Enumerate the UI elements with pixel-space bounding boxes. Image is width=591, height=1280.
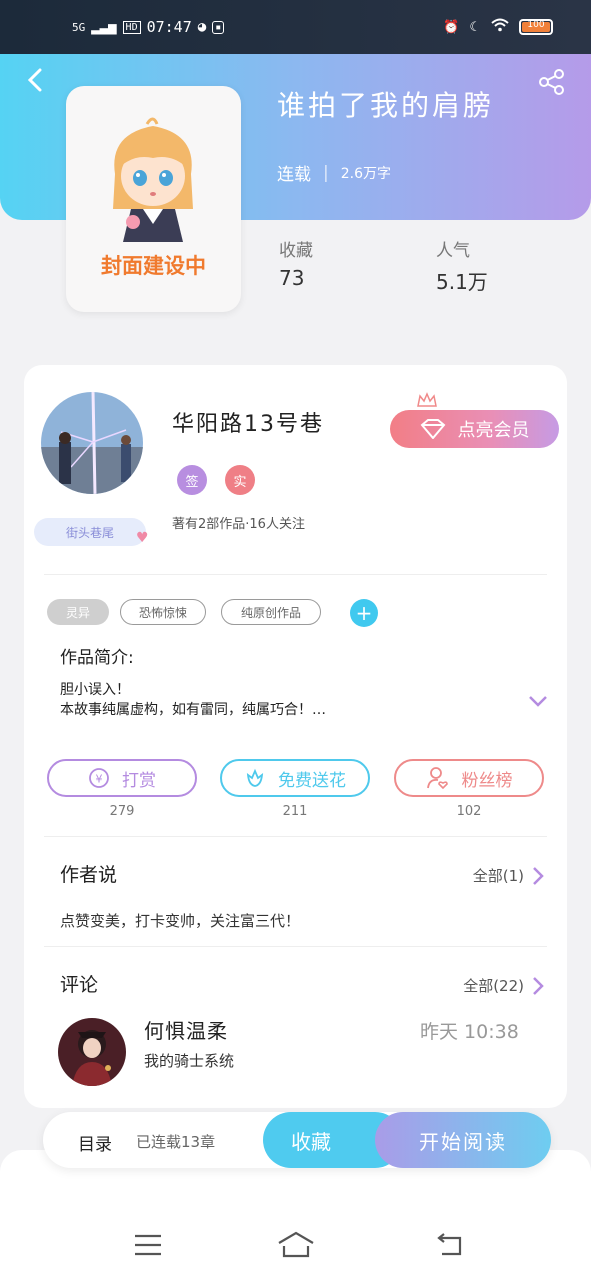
vip-button[interactable]: 点亮会员	[390, 410, 559, 448]
author-says-text: 点赞变美，打卡变帅，关注富三代！	[60, 912, 301, 930]
author-avatar[interactable]	[41, 392, 143, 494]
comment-time: 昨天 10:38	[420, 1021, 519, 1043]
divider	[44, 836, 547, 837]
comment-text: 我的骑士系统	[144, 1052, 235, 1070]
nameplate-text: 街头巷尾	[65, 525, 114, 540]
moon-icon: ☾	[469, 19, 481, 35]
book-title: 谁拍了我的肩膀	[277, 89, 495, 122]
bottom-panel	[0, 1150, 591, 1280]
divider	[44, 574, 547, 575]
signed-badge: 签	[177, 465, 207, 495]
toc-button[interactable]: 目录	[78, 1130, 112, 1155]
comments-title: 评论	[60, 974, 99, 996]
author-stats: 著有2部作品·16人关注	[172, 517, 305, 532]
book-meta: 连载 | 2.6万字	[277, 160, 391, 186]
chevron-right-icon	[533, 866, 544, 885]
menu-icon[interactable]	[132, 1230, 164, 1260]
back-icon[interactable]	[24, 68, 48, 92]
reward-button[interactable]: ¥ 打赏	[47, 759, 197, 797]
send-flower-button[interactable]: 免费送花	[220, 759, 370, 797]
fan-user-icon	[426, 767, 448, 790]
favorite-label: 收藏	[291, 1129, 331, 1154]
signal-icon: ▂▃▅	[91, 19, 117, 35]
tag-item[interactable]: 纯原创作品	[221, 599, 321, 625]
battery-level: 100	[527, 20, 545, 30]
fan-ranking-button[interactable]: 粉丝榜	[394, 759, 544, 797]
comments-more[interactable]: 全部(22)	[463, 975, 544, 996]
browser-icon: ◕	[197, 19, 207, 35]
author-says-title: 作者说	[60, 864, 118, 886]
tag-item[interactable]: 灵异	[47, 599, 109, 625]
add-tag-button[interactable]: +	[350, 599, 378, 627]
reward-count: 279	[109, 804, 135, 819]
comments-more-label: 全部(22)	[463, 977, 524, 995]
battery-icon: 100	[519, 19, 553, 35]
home-icon[interactable]	[277, 1230, 315, 1260]
fan-ranking-label: 粉丝榜	[461, 770, 513, 791]
crown-icon	[417, 392, 437, 407]
diamond-icon	[420, 419, 445, 439]
popularity-label: 人气	[436, 241, 470, 261]
meta-separator: |	[323, 162, 329, 183]
verified-badge: 实	[225, 465, 255, 495]
chevron-down-icon[interactable]	[528, 694, 548, 708]
word-count: 2.6万字	[340, 165, 391, 182]
author-says-more-label: 全部(1)	[472, 867, 524, 885]
vip-label: 点亮会员	[457, 420, 530, 441]
divider	[44, 946, 547, 947]
author-nameplate: 街头巷尾	[34, 518, 146, 546]
clock: 07:47	[146, 18, 192, 36]
status-left: 5G ▂▃▅ HD 07:47 ◕ ▪	[72, 18, 225, 36]
author-says-more[interactable]: 全部(1)	[473, 865, 544, 886]
status-bar: 5G ▂▃▅ HD 07:47 ◕ ▪ ⏰ ☾ 100	[0, 0, 591, 54]
share-icon[interactable]	[538, 68, 566, 96]
chapter-count: 已连载13章	[136, 1133, 216, 1151]
flower-count: 211	[282, 804, 308, 819]
send-flower-label: 免费送花	[278, 770, 346, 791]
fan-count: 102	[456, 804, 482, 819]
back-nav-icon[interactable]	[434, 1230, 466, 1260]
favorites-label: 收藏	[279, 241, 313, 261]
alarm-icon: ⏰	[443, 19, 460, 35]
wifi-icon	[491, 18, 509, 36]
hd-label: HD	[122, 20, 141, 34]
commenter-avatar[interactable]	[58, 1018, 126, 1086]
app-notification-icon: ▪	[212, 20, 225, 34]
favorites-value: 73	[279, 266, 305, 290]
commenter-name[interactable]: 何惧温柔	[144, 1015, 228, 1044]
chevron-right-icon	[533, 976, 544, 995]
reward-label: 打赏	[122, 770, 156, 791]
tag-item[interactable]: 恐怖惊悚	[120, 599, 206, 625]
book-status: 连载	[277, 165, 311, 185]
book-cover[interactable]: 封面建设中	[66, 86, 241, 312]
cover-character-illustration	[113, 117, 193, 242]
heart-icon: ♥	[136, 530, 149, 546]
author-name[interactable]: 华阳路13号巷	[172, 406, 324, 438]
yen-coin-icon: ¥	[89, 768, 109, 788]
cover-label: 封面建设中	[101, 254, 206, 278]
popularity-value: 5.1万	[436, 270, 488, 294]
status-right: ⏰ ☾ 100	[443, 18, 553, 36]
intro-text: 胆小误入！ 本故事纯属虚构，如有雷同，纯属巧合！…	[60, 682, 326, 718]
intro-title: 作品简介:	[60, 648, 134, 668]
svg-text:¥: ¥	[96, 773, 103, 786]
start-reading-button[interactable]: 开始阅读	[375, 1112, 551, 1168]
network-label: 5G	[72, 20, 86, 34]
start-reading-label: 开始阅读	[419, 1129, 507, 1154]
flower-icon	[246, 768, 264, 787]
